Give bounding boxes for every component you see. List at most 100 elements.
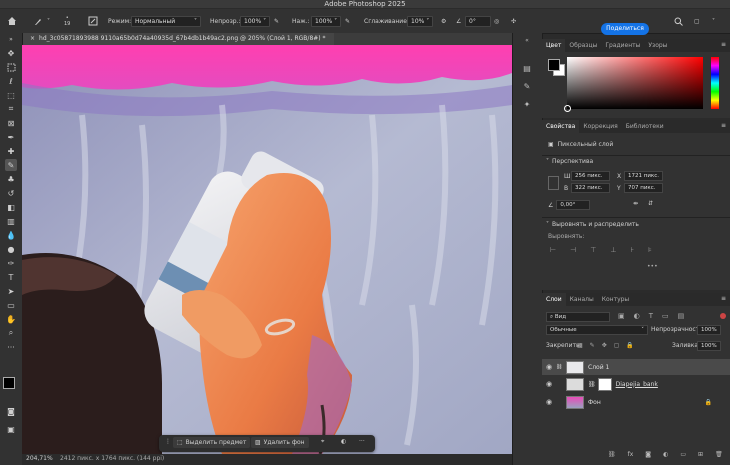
eye-icon[interactable]: ◉ xyxy=(542,363,556,371)
healing-brush-icon[interactable]: ✚ xyxy=(5,145,17,157)
rectangle-tool-icon[interactable]: ▭ xyxy=(5,299,17,311)
filter-shape-icon[interactable]: ▭ xyxy=(662,312,669,320)
lock-pixels-icon[interactable]: ✎ xyxy=(590,342,595,349)
zoom-level[interactable]: 204,71% xyxy=(26,455,53,462)
document-info[interactable]: 2412 пикс. x 1764 пикс. (144 ppi) xyxy=(60,455,164,462)
flip-vertical-icon[interactable]: ⇵ xyxy=(648,200,653,207)
opacity-field[interactable]: 100% ˅ xyxy=(240,9,271,33)
blend-mode-select[interactable]: Обычные ˅ xyxy=(546,325,648,335)
tab-color[interactable]: Цвет xyxy=(542,39,566,52)
layer-name[interactable]: Diapejia_bank xyxy=(616,381,658,388)
tab-layers[interactable]: Слои xyxy=(542,293,566,306)
tab-libraries[interactable]: Библиотеки xyxy=(622,120,668,133)
align-bottom-icon[interactable]: ⊧ xyxy=(648,246,652,254)
tab-adjustments[interactable]: Коррекция xyxy=(579,120,621,133)
crop-tool-icon[interactable]: ⌗ xyxy=(5,103,17,115)
search-icon[interactable] xyxy=(674,9,683,33)
eraser-icon[interactable]: ◧ xyxy=(5,201,17,213)
canvas[interactable] xyxy=(22,45,512,454)
color-picker-marker[interactable] xyxy=(564,105,571,112)
tab-swatches[interactable]: Образцы xyxy=(565,39,601,52)
layer-name[interactable]: Фон xyxy=(588,399,601,406)
symmetry-icon[interactable]: ✣ xyxy=(511,9,516,33)
align-middle-icon[interactable]: ⊦ xyxy=(630,246,634,254)
tab-gradients[interactable]: Градиенты xyxy=(601,39,644,52)
dodge-tool-icon[interactable]: ● xyxy=(5,243,17,255)
x-field[interactable]: X 1721 пикс. xyxy=(617,171,663,181)
drag-handle-icon[interactable]: ⋮ xyxy=(165,438,171,445)
new-layer-icon[interactable]: ⊞ xyxy=(698,451,703,458)
filter-adjust-icon[interactable]: ◐ xyxy=(634,312,640,320)
eyedropper-icon[interactable]: ✒ xyxy=(5,131,17,143)
properties-menu-icon[interactable]: ≡ xyxy=(721,122,726,129)
width-field[interactable]: Ш 256 пикс. xyxy=(564,171,610,181)
brush-settings-icon[interactable] xyxy=(88,9,98,33)
eye-icon[interactable]: ◉ xyxy=(542,380,556,388)
lock-transparency-icon[interactable]: ▦ xyxy=(577,342,583,349)
tab-properties[interactable]: Свойства xyxy=(542,120,580,133)
adjustment-icon[interactable]: ◐ xyxy=(341,438,346,445)
transform-icon[interactable]: ⌖ xyxy=(321,438,324,446)
more-tools-icon[interactable]: ··· xyxy=(5,341,17,353)
lock-position-icon[interactable]: ✥ xyxy=(602,342,607,349)
airbrush-icon[interactable]: ✎ xyxy=(345,9,350,33)
fill-field[interactable]: 100% xyxy=(697,341,721,351)
pressure-field[interactable]: 100% ˅ xyxy=(311,9,342,33)
more-icon[interactable]: ••• xyxy=(647,263,658,270)
quick-mask-icon[interactable]: ◙ xyxy=(5,405,17,417)
align-section[interactable]: ˅ Выровнять и распределить xyxy=(546,221,639,228)
align-left-icon[interactable]: ⊢ xyxy=(550,246,556,254)
transform-section[interactable]: ˅ Перспектива xyxy=(546,158,593,165)
tab-paths[interactable]: Контуры xyxy=(598,293,633,306)
align-top-icon[interactable]: ⊥ xyxy=(610,246,616,254)
fx-icon[interactable]: fx xyxy=(628,451,634,458)
collapse-panels-icon[interactable]: « xyxy=(521,35,533,47)
trash-icon[interactable]: 🗑 xyxy=(715,451,723,458)
hand-tool-icon[interactable]: ✋ xyxy=(5,313,17,325)
marquee-tool-icon[interactable] xyxy=(5,61,17,73)
align-center-icon[interactable]: ⊣ xyxy=(570,246,576,254)
close-icon[interactable]: × xyxy=(30,35,35,42)
history-icon[interactable]: ▤ xyxy=(521,63,533,75)
gear-icon[interactable]: ⚙ xyxy=(441,9,446,33)
zoom-tool-icon[interactable]: ⌕ xyxy=(5,327,17,339)
hue-slider[interactable] xyxy=(711,57,719,109)
link-proportions-icon[interactable] xyxy=(548,176,559,190)
angle-field[interactable]: 0° xyxy=(465,9,491,33)
layer-opacity-field[interactable]: 100% xyxy=(697,325,721,335)
filter-smart-icon[interactable]: ▤ xyxy=(678,312,685,320)
adjustment-layer-icon[interactable]: ◐ xyxy=(663,451,668,458)
blur-tool-icon[interactable]: 💧 xyxy=(5,229,17,241)
type-tool-icon[interactable]: T xyxy=(5,271,17,283)
group-icon[interactable]: ▭ xyxy=(680,451,686,458)
layers-menu-icon[interactable]: ≡ xyxy=(721,295,726,302)
lock-artboard-icon[interactable]: ▢ xyxy=(614,342,620,349)
share-button[interactable]: Поделиться xyxy=(601,23,649,35)
remove-background-button[interactable]: ▨ Удалить фон xyxy=(251,437,309,448)
mode-select[interactable]: Нормальный ˅ xyxy=(131,9,201,33)
home-icon[interactable] xyxy=(7,9,17,33)
history-brush-icon[interactable]: ↺ xyxy=(5,187,17,199)
move-tool-icon[interactable]: ✥ xyxy=(5,47,17,59)
filter-toggle[interactable] xyxy=(720,313,726,319)
pressure-size-icon[interactable]: ◎ xyxy=(494,9,499,33)
tab-channels[interactable]: Каналы xyxy=(566,293,598,306)
gradient-icon[interactable]: ▥ xyxy=(5,215,17,227)
eye-icon[interactable]: ◉ xyxy=(542,398,556,406)
layer-row[interactable]: ◉ Фон 🔒 xyxy=(542,394,730,410)
path-selection-icon[interactable]: ➤ xyxy=(5,285,17,297)
tab-patterns[interactable]: Узоры xyxy=(644,39,671,52)
pen-tool-icon[interactable]: ✑ xyxy=(5,257,17,269)
lock-all-icon[interactable]: 🔒 xyxy=(626,342,633,349)
clone-stamp-icon[interactable]: ♣ xyxy=(5,173,17,185)
pressure-opacity-icon[interactable]: ✎ xyxy=(274,9,279,33)
tool-preset-chevron-icon[interactable]: ˅ xyxy=(47,9,50,33)
document-tab[interactable]: × hd_3c05871893988 9110a65b0d74a40935d_67… xyxy=(22,33,334,45)
layer-row[interactable]: ◉ ⛓ Diapejia_bank xyxy=(542,376,730,392)
object-selection-icon[interactable]: ⬚ xyxy=(5,89,17,101)
y-field[interactable]: Y 707 пикс. xyxy=(617,183,663,193)
lasso-tool-icon[interactable]: ℓ xyxy=(5,75,17,87)
color-field[interactable] xyxy=(567,57,703,109)
color-swatches[interactable] xyxy=(3,377,21,395)
learn-icon[interactable]: ✦ xyxy=(521,99,533,111)
